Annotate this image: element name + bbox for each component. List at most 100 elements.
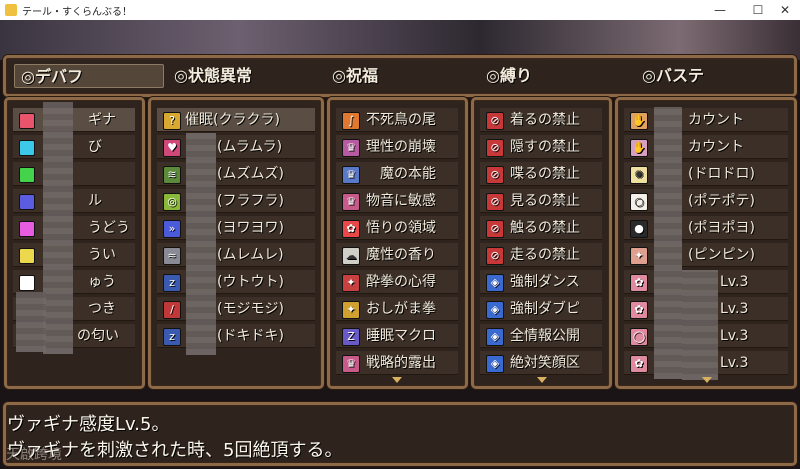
list-item[interactable]: ル: [13, 189, 135, 213]
list-item[interactable]: ◈ 強制ダブピ: [480, 297, 602, 321]
list-item[interactable]: ○ (ポテポテ): [624, 189, 788, 213]
sparkle-icon: ✦: [342, 274, 360, 292]
prohibit-icon: ⊘: [486, 139, 504, 157]
minimize-button[interactable]: —: [700, 0, 740, 20]
item-label: (ピンピン): [688, 247, 755, 263]
item-label: 魔の本能: [380, 166, 436, 182]
blue-shield-icon: ◈: [486, 274, 504, 292]
list-item[interactable]: ● (ポヨポヨ): [624, 216, 788, 240]
list-item[interactable]: / (モジモジ): [157, 297, 315, 321]
list-item[interactable]: ✋ カウント: [624, 135, 788, 159]
blue-shield-icon: ◈: [486, 355, 504, 373]
list-item[interactable]: ✺ (ドロドロ): [624, 162, 788, 186]
prohibit-icon: ⊘: [486, 166, 504, 184]
pink-icon: ✿: [630, 355, 648, 373]
list-item[interactable]: ♛ 物音に敏感: [336, 189, 458, 213]
scroll-down-indicator[interactable]: [392, 377, 402, 383]
list-item[interactable]: ⊘ 見るの禁止: [480, 189, 602, 213]
item-label: (ドロドロ): [688, 166, 755, 182]
list-item[interactable]: うどう: [13, 216, 135, 240]
list-item[interactable]: ✦ (ピンピン): [624, 243, 788, 267]
list-item[interactable]: ギナ: [13, 108, 135, 132]
prohibit-icon: ⊘: [486, 193, 504, 211]
list-item[interactable]: ゅう: [13, 270, 135, 294]
list-item[interactable]: ◈ 強制ダンス: [480, 270, 602, 294]
watermark: 天啟跨境: [6, 447, 62, 463]
list-item[interactable]: z (ドキドキ): [157, 324, 315, 348]
tab-debuff[interactable]: ◎デバフ: [14, 64, 164, 88]
list-item[interactable]: ✦ 酔拳の心得: [336, 270, 458, 294]
list-item[interactable]: » (ヨワヨワ): [157, 216, 315, 240]
window-titlebar: テール・すくらんぶる！ — ☐ ✕: [0, 0, 800, 21]
list-item[interactable]: ? 催眠(クラクラ): [157, 108, 315, 132]
tab-blessing[interactable]: ◎祝福: [326, 64, 476, 88]
lines-icon: ≋: [163, 166, 181, 184]
item-label: の匂い: [77, 328, 119, 344]
item-label: Lv.3: [720, 301, 749, 317]
list-item[interactable]: び: [13, 135, 135, 159]
zz-icon: z: [163, 274, 181, 292]
tab-bad-status[interactable]: ◎バステ: [636, 64, 786, 88]
list-item[interactable]: ⊘ 触るの禁止: [480, 216, 602, 240]
list-item[interactable]: うい: [13, 243, 135, 267]
list-item[interactable]: ⊘ 着るの禁止: [480, 108, 602, 132]
item-label: (ウトウト): [217, 274, 284, 290]
tab-restriction[interactable]: ◎縛り: [480, 64, 630, 88]
item-label: つき: [88, 301, 116, 317]
scroll-down-indicator[interactable]: [537, 377, 547, 383]
item-label: カウント: [688, 139, 744, 155]
steam-icon: ≈: [163, 247, 181, 265]
list-item[interactable]: ♥ (ムラムラ): [157, 135, 315, 159]
item-label: 酔拳の心得: [366, 274, 436, 290]
crown-icon: ♛: [342, 139, 360, 157]
cloud-icon: ☁: [342, 247, 360, 265]
item-label: (ムレムレ): [217, 247, 284, 263]
tab-status-ailment[interactable]: ◎状態異常: [168, 64, 318, 88]
list-item[interactable]: ✋ カウント: [624, 108, 788, 132]
pink-icon: ✋: [630, 112, 648, 130]
list-item[interactable]: ☁ 魔性の香り: [336, 243, 458, 267]
item-label: Lv.3: [720, 355, 749, 371]
egg-icon: ○: [630, 193, 648, 211]
list-item[interactable]: z (ウトウト): [157, 270, 315, 294]
flower-icon: ✿: [342, 220, 360, 238]
item-label: (フラフラ): [217, 193, 284, 209]
list-item[interactable]: ≋ (ムズムズ): [157, 162, 315, 186]
list-item[interactable]: ✿ 悟りの領域: [336, 216, 458, 240]
list-item[interactable]: Z 睡眠マクロ: [336, 324, 458, 348]
item-label: うどう: [88, 220, 130, 236]
blue-shield-icon: ◈: [486, 301, 504, 319]
list-item[interactable]: ◈ 絶対笑顔区: [480, 351, 602, 375]
list-item[interactable]: ✦ おしがま拳: [336, 297, 458, 321]
crown-icon: ♛: [342, 193, 360, 211]
item-label: ギナ: [88, 112, 116, 128]
list-item[interactable]: ≈ (ムレムレ): [157, 243, 315, 267]
pink-icon: ✿: [630, 301, 648, 319]
game-background: [0, 20, 800, 60]
question-icon: ?: [163, 112, 181, 130]
item-label: 全情報公開: [510, 328, 580, 344]
list-item[interactable]: ◎ (フラフラ): [157, 189, 315, 213]
censor-mosaic: [186, 133, 216, 355]
color-swatch: [19, 248, 35, 264]
item-label: (モジモジ): [217, 301, 284, 317]
pink-icon: ✋: [630, 139, 648, 157]
item-label: Lv.3: [720, 274, 749, 290]
list-item[interactable]: ⊘ 隠すの禁止: [480, 135, 602, 159]
list-item[interactable]: ⊘ 喋るの禁止: [480, 162, 602, 186]
color-swatch: [19, 140, 35, 156]
list-item[interactable]: ∫ 不死鳥の尾: [336, 108, 458, 132]
list-item[interactable]: [13, 162, 135, 186]
item-label: 絶対笑顔区: [510, 355, 580, 371]
app-icon: [5, 4, 17, 16]
close-button[interactable]: ✕: [765, 0, 800, 20]
list-item[interactable]: ◈ 全情報公開: [480, 324, 602, 348]
list-item[interactable]: ♛ 理性の崩壊: [336, 135, 458, 159]
list-item[interactable]: ♛ 戦略的露出: [336, 351, 458, 375]
list-item[interactable]: ⊘ 走るの禁止: [480, 243, 602, 267]
item-label: 着るの禁止: [510, 112, 580, 128]
item-label: 隠すの禁止: [510, 139, 580, 155]
scroll-down-indicator[interactable]: [702, 377, 712, 383]
list-item[interactable]: ♛ 魔の本能: [336, 162, 458, 186]
item-label: (ポヨポヨ): [688, 220, 755, 236]
